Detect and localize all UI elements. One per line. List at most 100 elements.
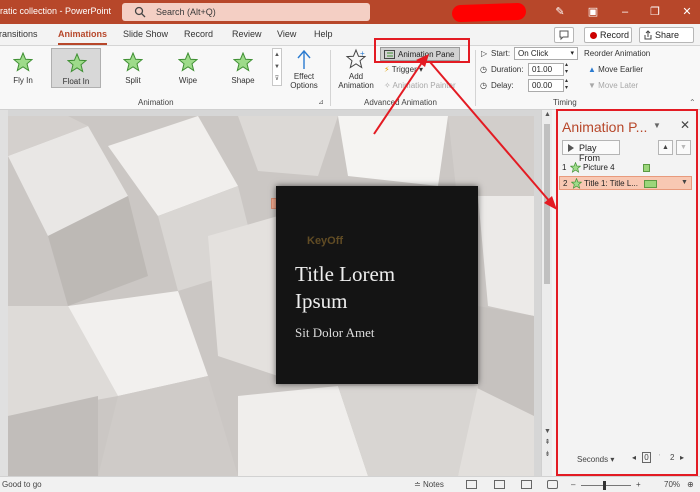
start-label: Start: <box>491 49 511 58</box>
trigger-button[interactable]: ⚡ Trigger ▾ <box>384 65 423 74</box>
duration-clock-icon: ◷ <box>480 65 487 74</box>
effect-float-in[interactable]: Float In <box>51 48 101 88</box>
duration-spinner-icon[interactable]: ▴ ▾ <box>565 62 568 76</box>
trigger-lightning-icon: ⚡ <box>384 65 390 74</box>
animation-painter-button[interactable]: ✧ Animation Painter <box>384 81 456 90</box>
zoom-slider[interactable] <box>581 485 631 486</box>
slide-title-line-1[interactable]: Title Lorem <box>295 262 395 287</box>
maximize-icon[interactable]: ❐ <box>648 5 662 19</box>
slide-sorter-icon[interactable] <box>494 480 505 489</box>
gallery-scroll[interactable]: ▲ ▼ ⊽ <box>272 48 282 86</box>
status-bar: Good to go ≐ Notes – + 70% ⊕ <box>0 476 700 492</box>
watermark: KeyOff <box>307 235 344 247</box>
duration-input[interactable]: 01.00 <box>528 63 564 76</box>
move-later-button[interactable]: ▼ Move Later <box>588 81 638 90</box>
tab-animations[interactable]: Animations <box>58 29 108 45</box>
share-button[interactable]: Share <box>639 27 694 43</box>
ribbon-display-icon[interactable]: ▣ <box>586 5 600 19</box>
group-label-animation: Animation <box>138 98 174 107</box>
gallery-up-icon[interactable]: ▲ <box>273 49 281 61</box>
share-label: Share <box>655 30 680 40</box>
scroll-thumb[interactable] <box>544 124 550 284</box>
tab-record[interactable]: Record <box>184 29 213 39</box>
effect-shape[interactable]: Shape <box>218 48 268 88</box>
slide-subtitle[interactable]: Sit Dolor Amet <box>295 325 374 341</box>
tab-transitions[interactable]: ransitions <box>0 29 38 39</box>
search-placeholder: Search (Alt+Q) <box>156 7 216 17</box>
move-earlier-button[interactable]: ▲ Move Earlier <box>588 65 643 74</box>
duration-label: Duration: <box>491 65 524 74</box>
ribbon: Fly In Float In Split Wipe Shape ▲ ▼ ⊽ E… <box>0 46 700 110</box>
annotation-highlight-pane <box>556 109 698 476</box>
effect-options-button[interactable]: Effect Options <box>284 48 324 90</box>
move-earlier-label: Move Earlier <box>598 65 644 74</box>
close-window-icon[interactable]: ✕ <box>680 5 694 19</box>
effect-label: Fly In <box>13 76 33 85</box>
gallery-down-icon[interactable]: ▼ <box>273 61 281 73</box>
reorder-title: Reorder Animation <box>584 49 651 58</box>
chevron-down-icon: ▾ <box>570 50 574 57</box>
add-animation-label-2: Animation <box>338 81 374 90</box>
record-dot-icon <box>590 32 597 39</box>
pen-icon[interactable]: ✎ <box>553 5 567 19</box>
slide-title-line-2[interactable]: Ipsum <box>295 289 348 314</box>
effect-wipe[interactable]: Wipe <box>163 48 213 88</box>
tab-review[interactable]: Review <box>232 29 262 39</box>
collapse-ribbon-icon[interactable]: ⌃ <box>689 98 696 107</box>
animation-painter-icon: ✧ <box>384 81 391 90</box>
notes-button[interactable]: ≐ Notes <box>414 480 444 489</box>
shape-star-icon <box>233 52 253 72</box>
tab-view[interactable]: View <box>277 29 296 39</box>
effect-split[interactable]: Split <box>108 48 158 88</box>
effect-options-label-1: Effect <box>293 72 315 81</box>
effect-label: Float In <box>62 77 90 86</box>
move-later-arrow-icon: ▼ <box>588 81 596 90</box>
title-bar: ratic collection - PowerPoint Search (Al… <box>0 0 700 24</box>
effect-options-arrow-icon <box>297 49 311 69</box>
group-label-advanced: Advanced Animation <box>364 98 437 107</box>
slideshow-view-icon[interactable] <box>547 480 558 489</box>
normal-view-icon[interactable] <box>466 480 477 489</box>
record-button[interactable]: Record <box>584 27 632 43</box>
move-later-label: Move Later <box>598 81 639 90</box>
zoom-slider-thumb[interactable] <box>603 481 606 490</box>
start-value: On Click <box>518 49 549 58</box>
group-label-timing: Timing <box>553 98 577 107</box>
svg-text:+: + <box>360 49 365 58</box>
delay-input[interactable]: 00.00 <box>528 79 564 92</box>
zoom-in-icon[interactable]: + <box>636 480 641 489</box>
zoom-out-icon[interactable]: – <box>571 480 575 489</box>
delay-value: 00.00 <box>532 81 553 90</box>
tab-help[interactable]: Help <box>314 29 333 39</box>
record-label: Record <box>600 30 630 40</box>
tab-slide-show[interactable]: Slide Show <box>123 29 168 39</box>
delay-clock-icon: ◷ <box>480 81 487 90</box>
slide-thumbnails-strip[interactable] <box>0 110 8 476</box>
slide-canvas[interactable]: 2 KeyOff Title Lorem Ipsum Sit Dolor Ame… <box>8 110 541 476</box>
search-box[interactable]: Search (Alt+Q) <box>122 3 370 21</box>
add-animation-button[interactable]: + Add Animation <box>334 48 378 90</box>
fit-to-window-icon[interactable]: ⊕ <box>687 480 694 489</box>
effect-label: Shape <box>231 76 255 85</box>
float-in-star-icon <box>67 53 87 73</box>
delay-spinner-icon[interactable]: ▴ ▾ <box>565 78 568 92</box>
comments-button[interactable] <box>554 27 574 43</box>
window-title: ratic collection - PowerPoint <box>0 6 112 16</box>
group-separator <box>475 50 476 106</box>
slide[interactable]: 2 KeyOff Title Lorem Ipsum Sit Dolor Ame… <box>8 116 534 476</box>
animation-dialog-launcher-icon[interactable]: ⊿ <box>318 98 324 106</box>
vertical-scrollbar[interactable]: ▲ ▼ ⇞ ⇟ <box>541 110 552 476</box>
start-select[interactable]: On Click ▾ <box>514 47 578 60</box>
wipe-star-icon <box>178 52 198 72</box>
duration-value: 01.00 <box>532 65 553 74</box>
minimize-icon[interactable]: – <box>618 5 632 19</box>
effect-fly-in[interactable]: Fly In <box>0 48 48 88</box>
gallery-more-icon[interactable]: ⊽ <box>273 73 281 85</box>
trigger-label: Trigger <box>391 65 417 74</box>
title-card[interactable]: KeyOff Title Lorem Ipsum Sit Dolor Amet <box>276 186 478 384</box>
zoom-level[interactable]: 70% <box>664 480 680 489</box>
search-icon <box>134 6 146 18</box>
status-text: Good to go <box>2 480 42 489</box>
split-star-icon <box>123 52 143 72</box>
reading-view-icon[interactable] <box>521 480 532 489</box>
